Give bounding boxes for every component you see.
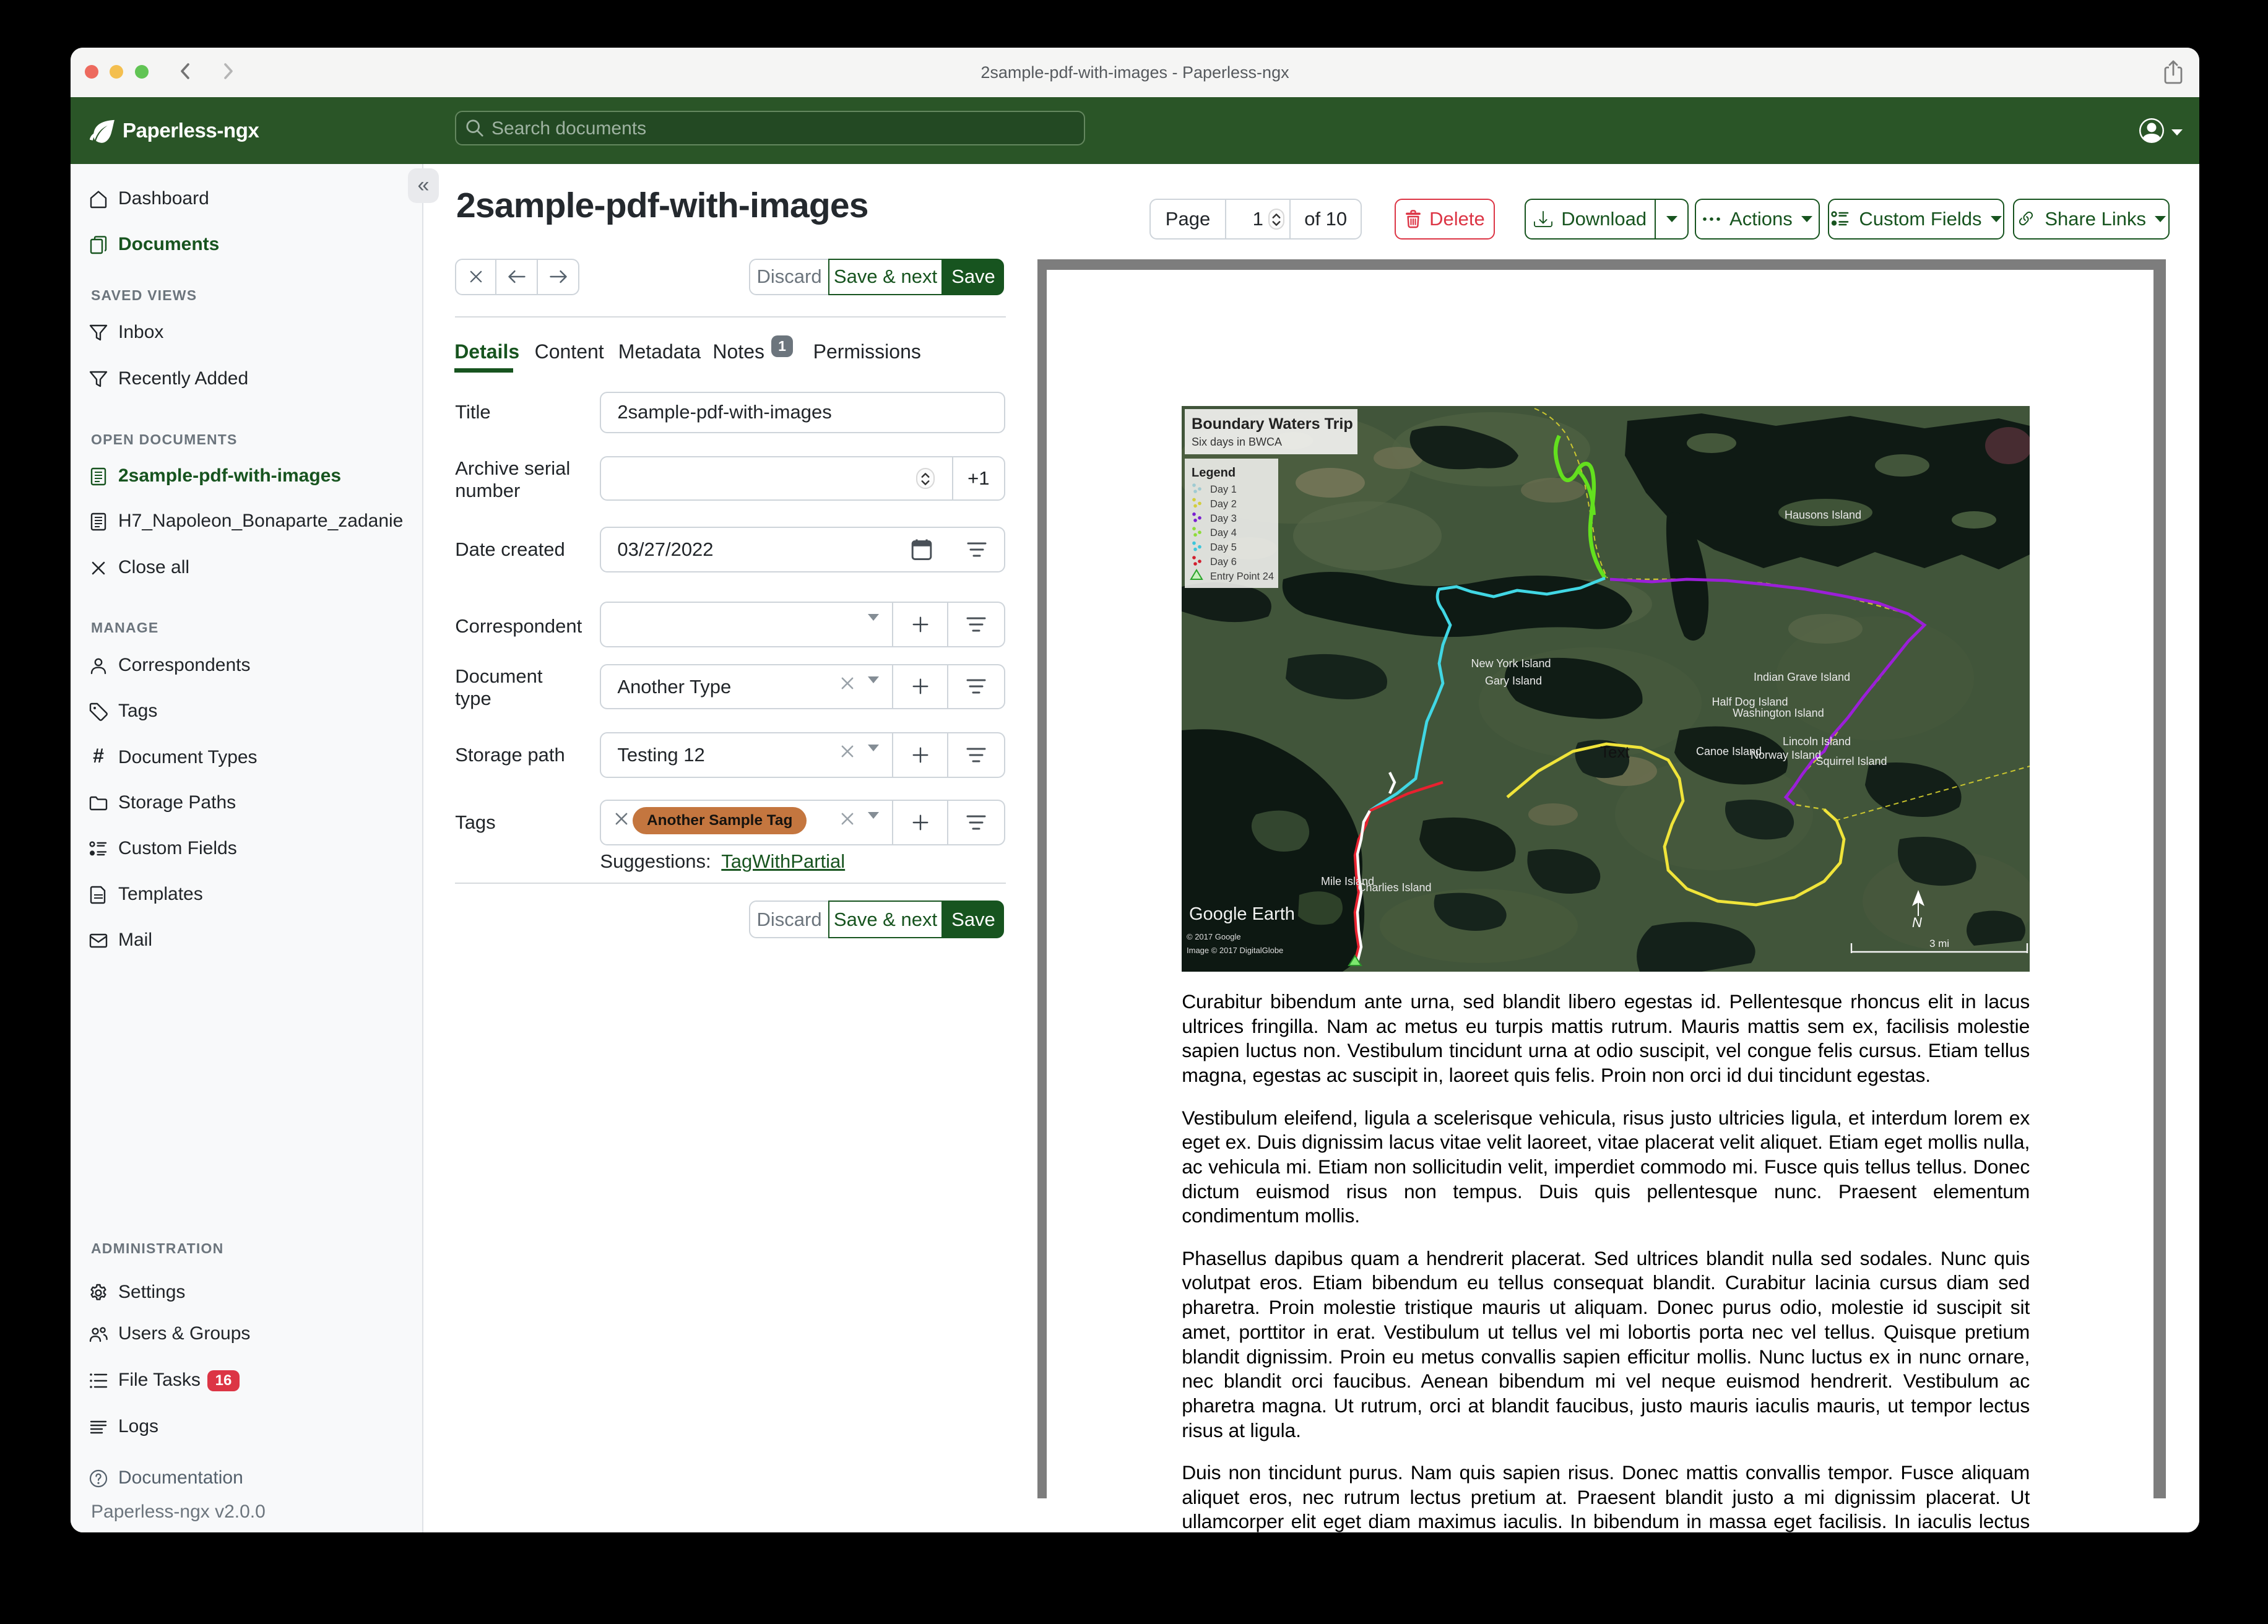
svg-text:Day 5: Day 5 [1210,542,1237,553]
svg-text:Charlies Island: Charlies Island [1358,881,1432,894]
svg-text:Image © 2017 DigitalGlobe: Image © 2017 DigitalGlobe [1187,946,1283,955]
svg-text:© 2017 Google: © 2017 Google [1187,932,1241,941]
svg-text:Google Earth: Google Earth [1189,904,1295,924]
svg-text:Day 2: Day 2 [1210,498,1237,509]
svg-text:New York Island: New York Island [1471,657,1551,670]
svg-text:Day 6: Day 6 [1210,556,1237,568]
svg-text:Gary Island: Gary Island [1485,675,1542,687]
svg-text:Boundary Waters Trip: Boundary Waters Trip [1192,415,1353,433]
svg-text:Day 3: Day 3 [1210,512,1237,524]
svg-text:3 mi: 3 mi [1929,938,1949,949]
svg-text:Six days in BWCA: Six days in BWCA [1192,436,1282,448]
svg-text:Lincoln Island: Lincoln Island [1783,735,1851,748]
svg-text:Washington Island: Washington Island [1733,707,1824,719]
svg-text:Entry Point 24: Entry Point 24 [1210,571,1274,582]
svg-text:Day 4: Day 4 [1210,527,1237,538]
svg-text:Hausons Island: Hausons Island [1785,509,1861,521]
svg-text:N: N [1912,915,1922,930]
svg-text:Text: Text [1600,743,1630,761]
svg-text:Indian Grave Island: Indian Grave Island [1754,671,1850,683]
svg-text:Legend: Legend [1192,466,1236,480]
svg-text:Day 1: Day 1 [1210,484,1237,495]
svg-text:Squirrel Island: Squirrel Island [1816,755,1887,767]
svg-text:Half Dog Island: Half Dog Island [1712,696,1788,708]
svg-text:Norway Island: Norway Island [1751,749,1821,761]
